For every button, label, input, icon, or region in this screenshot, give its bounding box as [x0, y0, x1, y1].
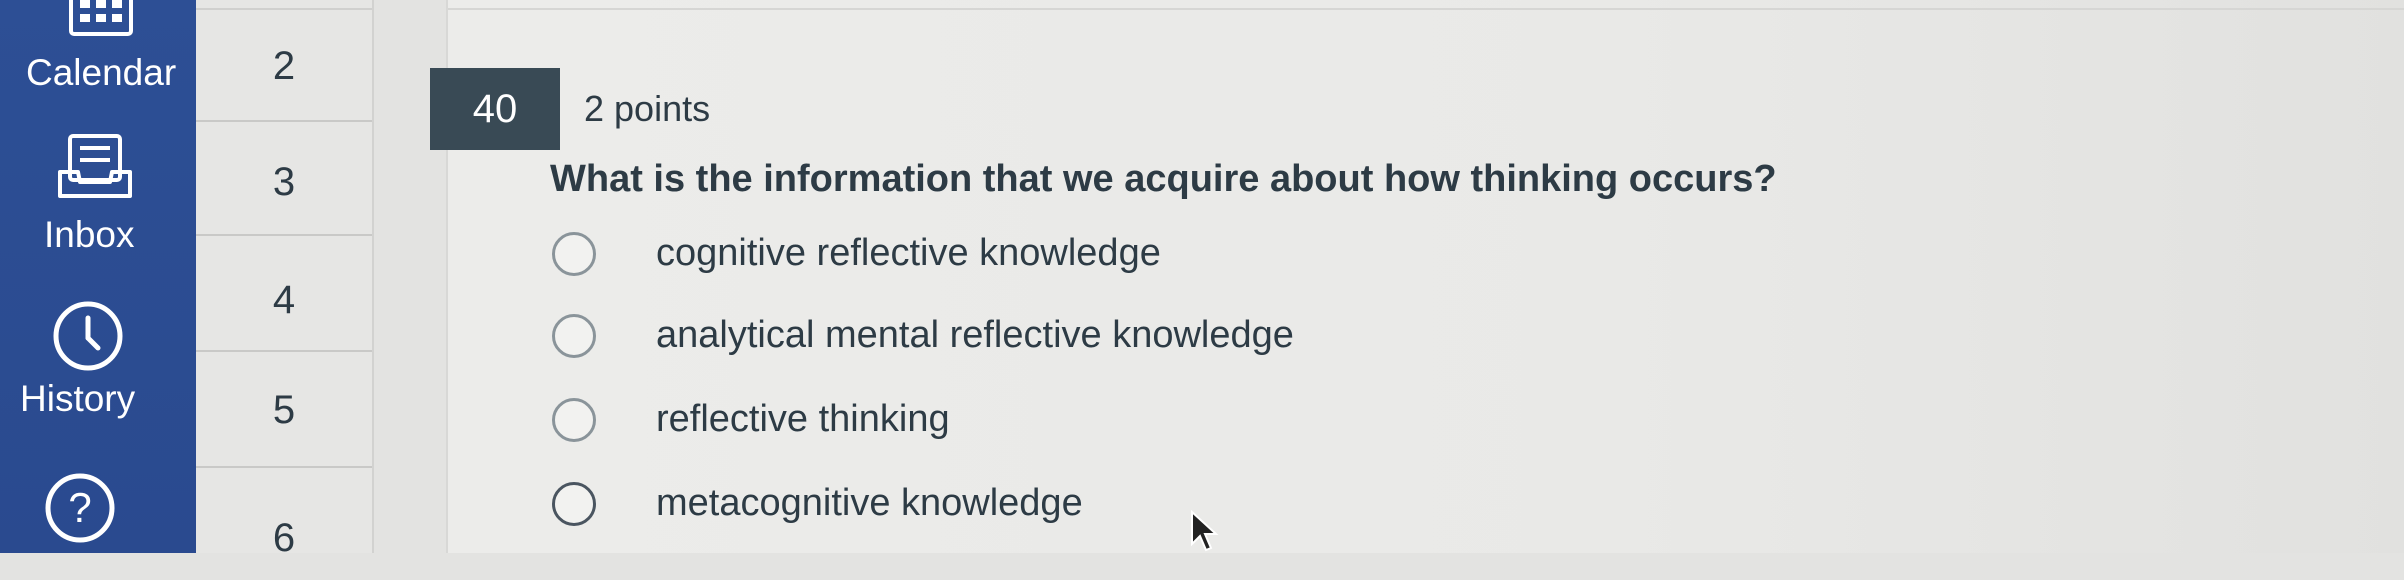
nav-item-help[interactable]: ?	[0, 460, 196, 553]
radio-button[interactable]	[552, 398, 596, 442]
divider	[448, 8, 2404, 10]
question-number-badge: 40	[430, 68, 560, 150]
question-nav-item-3[interactable]: 3	[196, 120, 372, 234]
answer-label: cognitive reflective knowledge	[656, 232, 1161, 274]
answer-label: metacognitive knowledge	[656, 482, 1083, 524]
quiz-content	[446, 0, 2404, 553]
global-nav: Calendar Inbox History ?	[0, 0, 196, 553]
question-nav-item-4[interactable]: 4	[196, 234, 372, 348]
nav-label-inbox: Inbox	[44, 214, 135, 255]
question-text: What is the information that we acquire …	[550, 158, 1777, 200]
answer-label: reflective thinking	[656, 398, 950, 440]
nav-label-calendar: Calendar	[26, 52, 177, 93]
question-nav-item-2[interactable]: 2	[196, 8, 372, 122]
help-icon: ?	[45, 473, 115, 543]
nav-item-calendar[interactable]: Calendar	[0, 0, 196, 100]
radio-button[interactable]	[552, 232, 596, 276]
mouse-pointer-icon	[1191, 510, 1219, 552]
question-points: 2 points	[584, 88, 711, 129]
calendar-icon	[69, 0, 133, 36]
radio-button[interactable]	[552, 314, 596, 358]
history-icon	[53, 301, 123, 371]
question-nav-number: 6	[272, 516, 296, 560]
question-nav-number: 4	[272, 278, 296, 322]
nav-label-history: History	[20, 378, 136, 419]
question-nav-number: 2	[272, 44, 296, 88]
question-nav-item-6[interactable]: 6	[196, 466, 372, 580]
nav-item-inbox[interactable]: Inbox	[0, 120, 196, 260]
answer-label: analytical mental reflective knowledge	[656, 314, 1294, 356]
question-nav-number: 3	[272, 160, 296, 204]
question-nav-number: 5	[272, 388, 296, 432]
question-nav-item-5[interactable]: 5	[196, 350, 372, 464]
inbox-icon	[58, 134, 132, 198]
radio-button[interactable]	[552, 482, 596, 526]
question-nav: 2 3 4 5 6	[196, 0, 374, 560]
svg-text:?: ?	[68, 484, 91, 531]
nav-item-history[interactable]: History	[0, 290, 196, 430]
